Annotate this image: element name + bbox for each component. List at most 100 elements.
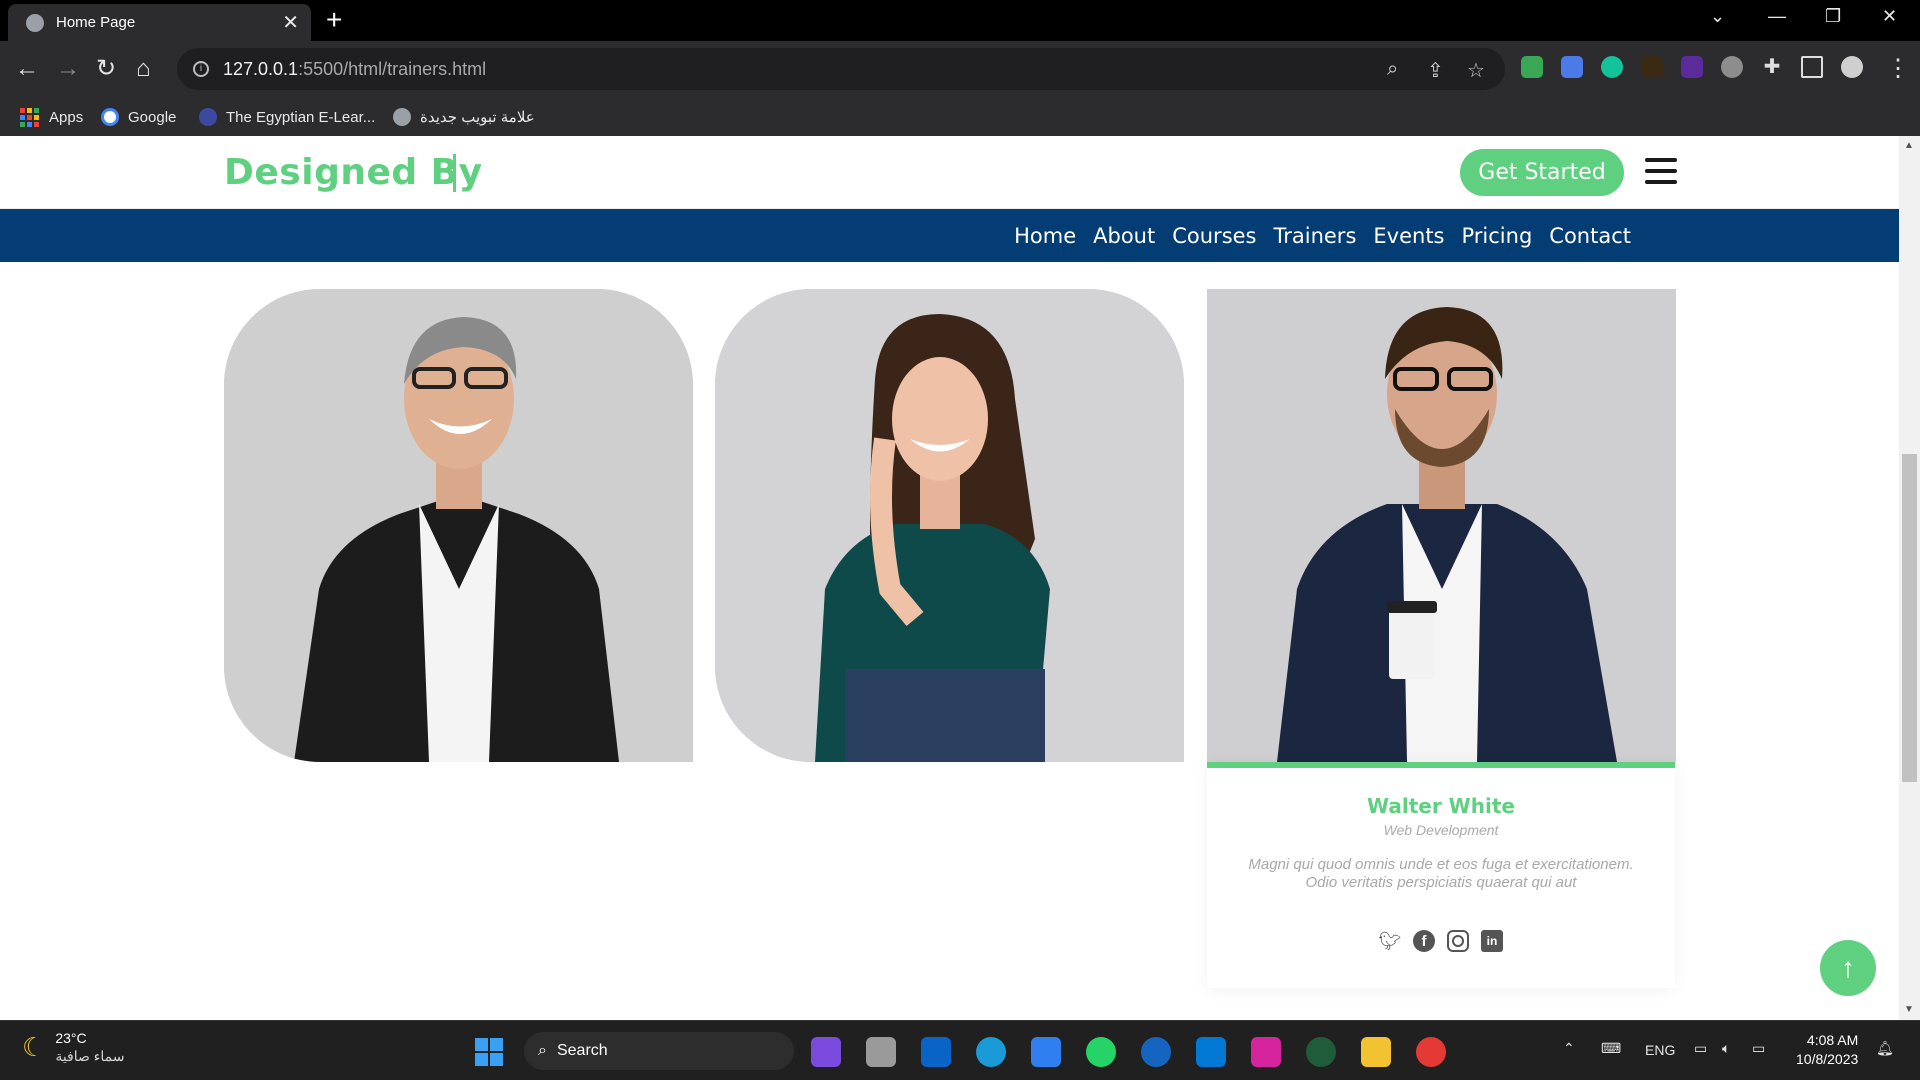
main-nav: Home About Courses Trainers Events Prici… [0,209,1899,262]
nav-courses[interactable]: Courses [1172,224,1256,248]
task-view-icon[interactable] [866,1037,896,1067]
volume-icon[interactable]: 🔈︎ [1722,1040,1730,1057]
typing-cursor [453,154,456,192]
bookmark-new-tab[interactable]: علامة تبويب جديدة [393,108,535,126]
weather-condition: سماء صافية [55,1048,125,1064]
site-info-icon[interactable]: i [193,61,209,77]
twitter-icon[interactable]: 🐦︎ [1379,930,1402,952]
translate-extension-icon[interactable] [1561,56,1583,78]
nav-pricing[interactable]: Pricing [1462,224,1533,248]
copilot-icon[interactable] [811,1037,841,1067]
trainer-photo-1[interactable] [224,289,693,762]
restore-icon[interactable]: ❐ [1825,6,1841,27]
home-icon[interactable]: ⌂ [136,55,151,83]
bookmark-label: Apps [49,109,84,126]
whatsapp-icon[interactable] [1086,1037,1116,1067]
trainer-photo-2-image [715,289,1184,762]
app-icon[interactable] [1306,1037,1336,1067]
browser-menu-icon[interactable]: ⋮ [1886,55,1910,83]
bookmark-apps[interactable]: Apps [20,108,83,127]
social-links: 🐦︎ f in [1207,930,1675,952]
trainer-photo-3[interactable] [1207,289,1676,762]
taskbar-search[interactable]: ⌕ Search [524,1032,794,1070]
linkedin-icon[interactable]: in [1481,930,1503,952]
grammarly-extension-icon[interactable] [1601,56,1623,78]
scrollbar-thumb[interactable] [1902,454,1917,782]
scroll-down-icon[interactable]: ▼ [1904,1004,1914,1015]
site-icon [199,108,217,126]
vscode-icon[interactable] [1196,1037,1226,1067]
minimize-icon[interactable]: — [1768,6,1786,27]
page-scrollbar[interactable]: ▲ ▼ [1899,136,1920,1020]
network-icon[interactable]: ▭ [1694,1040,1707,1057]
nav-home[interactable]: Home [1014,224,1076,248]
nav-events[interactable]: Events [1373,224,1444,248]
web-page: Designed By Get Started Home About Cours… [0,136,1899,1020]
bookmark-label: علامة تبويب جديدة [420,109,535,126]
get-started-button[interactable]: Get Started [1460,149,1624,196]
scroll-up-icon[interactable]: ▲ [1904,140,1914,151]
tray-chevron-icon[interactable]: ⌃ [1563,1040,1575,1057]
browser-toolbar: ← → ↻ ⌂ i 127.0.0.1:5500/html/trainers.h… [0,41,1920,99]
share-icon[interactable]: ⇪ [1427,58,1444,83]
browser-tab[interactable]: Home Page ✕ [8,4,311,41]
trainer-photo-2[interactable] [715,289,1184,762]
file-explorer-icon[interactable] [1361,1037,1391,1067]
instagram-app-icon[interactable] [1251,1037,1281,1067]
vpn-extension-icon[interactable] [1721,56,1743,78]
bookmark-egyptian-elearning[interactable]: The Egyptian E-Lear... [199,108,375,126]
bookmark-google[interactable]: Google [101,108,176,126]
start-icon[interactable] [475,1038,503,1066]
bookmarks-bar: Apps Google The Egyptian E-Lear... علامة… [0,99,1920,136]
extensions-puzzle-icon[interactable]: ✚ [1761,56,1783,78]
todo-icon[interactable] [1031,1037,1061,1067]
system-clock[interactable]: 4:08 AM 10/8/2023 [1796,1031,1858,1069]
extension-icon-4[interactable] [1641,56,1663,78]
back-to-top-button[interactable]: ↑ [1820,940,1876,996]
trainer-role: Web Development [1383,822,1499,838]
notification-bell-icon[interactable]: 🔔︎ [1876,1040,1894,1057]
nav-contact[interactable]: Contact [1549,224,1631,248]
close-window-icon[interactable]: ✕ [1882,6,1897,27]
address-bar[interactable]: i 127.0.0.1:5500/html/trainers.html ⌕ ⇪ … [177,48,1505,90]
bookmark-label: The Egyptian E-Lear... [226,108,376,126]
search-icon: ⌕ [538,1042,547,1059]
battery-icon[interactable]: ▭ [1752,1040,1765,1057]
moon-icon: ☾ [22,1031,46,1062]
google-icon [101,108,119,126]
trainer-photo-1-image [224,289,693,762]
globe-icon [26,13,44,32]
browser-tab-bar: Home Page ✕ + ⌄ — ❐ ✕ [0,0,1920,41]
outlook-icon[interactable] [921,1037,951,1067]
extension-icon-1[interactable] [1521,56,1543,78]
close-tab-icon[interactable]: ✕ [282,10,299,35]
bookmark-star-icon[interactable]: ☆ [1467,58,1485,83]
extension-icon-5[interactable] [1681,56,1703,78]
weather-widget[interactable]: ☾ 23°C سماء صافية [22,1029,124,1065]
nav-trainers[interactable]: Trainers [1274,224,1357,248]
reload-icon[interactable]: ↻ [96,55,116,83]
profile-avatar[interactable] [1841,56,1863,78]
clock-date: 10/8/2023 [1796,1051,1859,1067]
clock-time: 4:08 AM [1806,1032,1859,1048]
nav-about[interactable]: About [1093,224,1155,248]
site-header: Designed By Get Started [0,136,1899,209]
chrome-icon[interactable] [1416,1037,1446,1067]
facebook-icon[interactable]: f [1413,930,1435,952]
edge-icon[interactable] [976,1037,1006,1067]
site-logo[interactable]: Designed By [224,152,483,193]
new-tab-button[interactable]: + [326,6,342,34]
tab-search-icon[interactable]: ⌄ [1710,6,1725,27]
windows-taskbar: ☾ 23°C سماء صافية ⌕ Search ⌃ ⌨ ENG ▭ 🔈︎ … [0,1020,1920,1080]
sync-app-icon[interactable] [1141,1037,1171,1067]
tab-title: Home Page [56,14,136,31]
trainer-photo-3-image [1207,289,1676,762]
zoom-icon[interactable]: ⌕ [1387,58,1398,81]
side-panel-icon[interactable] [1801,56,1823,78]
hamburger-menu-icon[interactable] [1645,158,1677,186]
input-language[interactable]: ENG [1645,1042,1675,1058]
instagram-icon[interactable] [1447,930,1469,952]
keyboard-icon[interactable]: ⌨ [1601,1040,1621,1057]
forward-icon[interactable]: → [56,55,80,83]
back-icon[interactable]: ← [15,55,39,83]
